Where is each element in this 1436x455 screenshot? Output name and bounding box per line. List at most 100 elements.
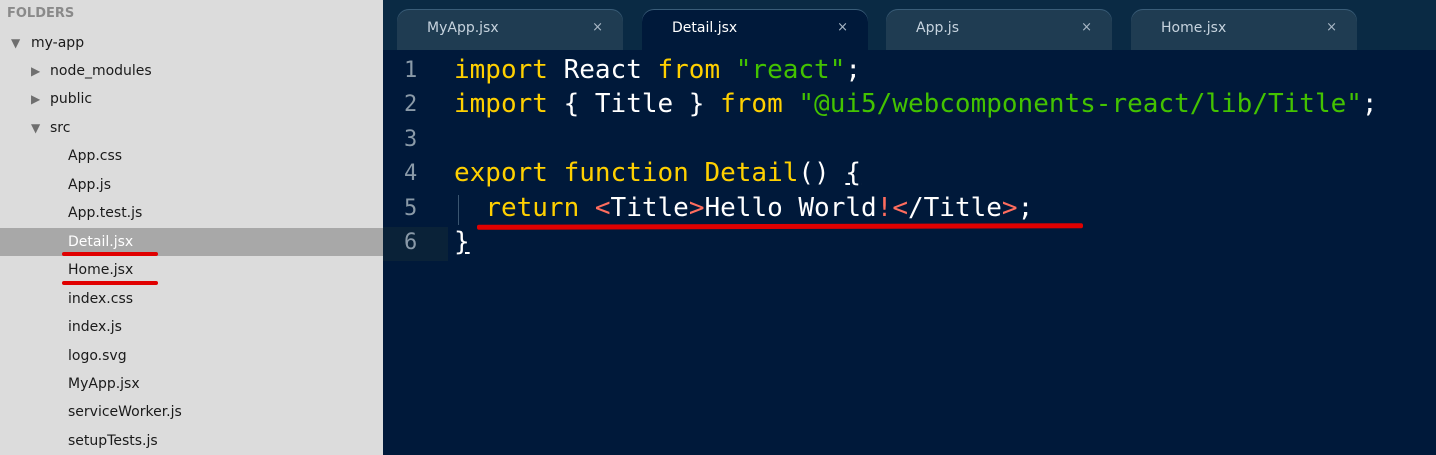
- code-text: ;: [845, 55, 862, 85]
- tree-item-label: App.js: [68, 177, 111, 193]
- code-text: ;: [1361, 89, 1378, 119]
- collapsed-arrow-icon[interactable]: ▶: [31, 85, 40, 113]
- tree-file-app-css[interactable]: App.css: [0, 142, 383, 170]
- keyword: from: [720, 89, 783, 119]
- tree-file-logo-svg[interactable]: logo.svg: [0, 342, 383, 370]
- tab-label: Home.jsx: [1161, 20, 1227, 36]
- line-number: 5: [404, 196, 418, 221]
- tree-file-home-jsx[interactable]: Home.jsx: [0, 256, 383, 284]
- expanded-arrow-icon[interactable]: ▼: [11, 29, 20, 57]
- tree-item-label: logo.svg: [68, 348, 127, 364]
- indent-guide: [458, 195, 459, 225]
- code-text: React: [547, 55, 658, 85]
- tree-item-label: public: [50, 91, 93, 107]
- close-icon[interactable]: ×: [1326, 20, 1337, 35]
- function-name: Detail: [704, 158, 799, 188]
- tree-item-label: MyApp.jsx: [68, 376, 140, 392]
- line-number: 1: [404, 58, 418, 83]
- tree-folder-my-app[interactable]: ▼ my-app: [0, 29, 383, 57]
- tag-bracket: <: [594, 193, 611, 223]
- tab-label: App.js: [916, 20, 959, 36]
- tab-label: Detail.jsx: [672, 20, 738, 36]
- tab-bar: MyApp.jsx × Detail.jsx × App.js × Home.j…: [383, 0, 1436, 50]
- tree-folder-public[interactable]: ▶ public: [0, 85, 383, 113]
- close-icon[interactable]: ×: [837, 20, 848, 35]
- collapsed-arrow-icon[interactable]: ▶: [31, 57, 40, 85]
- line-number: 6: [404, 230, 418, 255]
- matched-brace: {: [845, 158, 862, 188]
- tree-file-serviceworker-js[interactable]: serviceWorker.js: [0, 398, 383, 426]
- tree-file-app-test-js[interactable]: App.test.js: [0, 199, 383, 227]
- tree-file-index-css[interactable]: index.css: [0, 285, 383, 313]
- tab-home-jsx[interactable]: Home.jsx ×: [1131, 9, 1357, 50]
- gutter-line: 2: [383, 89, 448, 123]
- gutter-line: 1: [383, 55, 448, 89]
- tree-file-myapp-jsx[interactable]: MyApp.jsx: [0, 370, 383, 398]
- tree-item-label: App.css: [68, 148, 123, 164]
- folders-header: FOLDERS: [7, 6, 75, 21]
- tab-myapp-jsx[interactable]: MyApp.jsx ×: [397, 9, 623, 50]
- keyword: import: [454, 89, 548, 119]
- tab-label: MyApp.jsx: [427, 20, 499, 36]
- gutter-line-current: 6: [383, 227, 448, 261]
- tag-name: /Title: [907, 193, 1002, 223]
- tree-item-label: Home.jsx: [68, 262, 134, 278]
- tag-name: Title: [610, 193, 689, 223]
- tag-bracket: >: [1001, 193, 1018, 223]
- string-literal: "@ui5/webcomponents-react/lib/Title": [798, 89, 1362, 119]
- keyword: from: [657, 55, 721, 85]
- tree-item-label: index.css: [68, 291, 134, 307]
- code-line-5[interactable]: return <Title>Hello World!</Title>;: [454, 193, 1033, 223]
- tree-file-app-js[interactable]: App.js: [0, 171, 383, 199]
- line-number: 3: [404, 127, 418, 152]
- sidebar: FOLDERS ▼ my-app ▶ node_modules ▶ public…: [0, 0, 383, 455]
- gutter-line: 5: [383, 193, 448, 227]
- tab-app-js[interactable]: App.js ×: [886, 9, 1112, 50]
- annotation-underline-home: [62, 281, 158, 285]
- gutter-line: 3: [383, 124, 448, 158]
- keyword: return: [485, 193, 580, 223]
- tree-file-index-js[interactable]: index.js: [0, 313, 383, 341]
- editor-pane: MyApp.jsx × Detail.jsx × App.js × Home.j…: [383, 0, 1436, 455]
- code-line-4[interactable]: export function Detail() {: [454, 158, 861, 188]
- tag-bracket: >: [688, 193, 705, 223]
- gutter-line: 4: [383, 158, 448, 192]
- code-text: (): [798, 158, 846, 188]
- tree-item-label: index.js: [68, 319, 122, 335]
- tree-file-detail-jsx[interactable]: Detail.jsx: [0, 228, 383, 256]
- annotation-underline-detail: [62, 252, 158, 256]
- tree-item-label: App.test.js: [68, 205, 143, 221]
- matched-brace: }: [454, 227, 470, 257]
- line-number: 4: [404, 161, 418, 186]
- keyword: export: [454, 158, 548, 188]
- tag-bracket: <: [892, 193, 908, 223]
- tree-item-label: node_modules: [50, 63, 152, 79]
- annotation-underline-return: [476, 223, 1084, 230]
- keyword: function: [563, 158, 689, 188]
- tab-detail-jsx[interactable]: Detail.jsx ×: [642, 9, 868, 50]
- code-line-1[interactable]: import React from "react";: [454, 55, 861, 85]
- tree-item-label: src: [50, 120, 71, 136]
- jsx-text: Hello World: [704, 193, 877, 223]
- code-line-6[interactable]: }: [454, 227, 470, 257]
- jsx-bang: !: [876, 193, 893, 223]
- string-literal: "react": [735, 55, 846, 85]
- code-text: { Title }: [547, 89, 721, 119]
- close-icon[interactable]: ×: [592, 20, 603, 35]
- line-number: 2: [404, 92, 418, 117]
- tree-file-setuptests-js[interactable]: setupTests.js: [0, 427, 383, 455]
- close-icon[interactable]: ×: [1081, 20, 1092, 35]
- tree-folder-node-modules[interactable]: ▶ node_modules: [0, 57, 383, 85]
- code-text: ;: [1017, 193, 1034, 223]
- expanded-arrow-icon[interactable]: ▼: [31, 114, 40, 142]
- keyword: import: [454, 55, 548, 85]
- tree-item-label: my-app: [31, 35, 85, 51]
- code-line-2[interactable]: import { Title } from "@ui5/webcomponent…: [454, 89, 1378, 119]
- tree-folder-src[interactable]: ▼ src: [0, 114, 383, 142]
- tree-item-label: setupTests.js: [68, 433, 158, 449]
- tree-item-label: serviceWorker.js: [68, 404, 182, 420]
